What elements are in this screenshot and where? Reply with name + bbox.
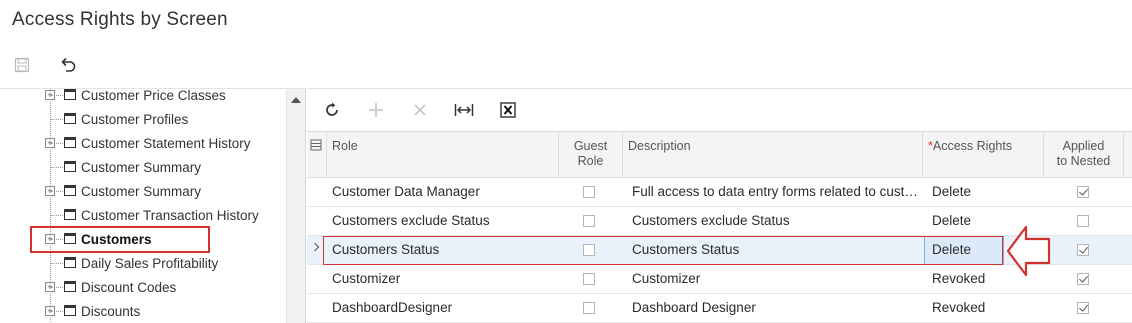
- current-row-indicator-icon: [310, 242, 320, 252]
- role-cell[interactable]: Customer Data Manager: [324, 178, 559, 206]
- applied-to-nested-checkbox[interactable]: [1077, 186, 1089, 198]
- tree-item[interactable]: + Customer Summary: [0, 179, 287, 203]
- tree-item[interactable]: Customer Summary: [0, 155, 287, 179]
- role-cell[interactable]: DashboardDesigner: [324, 294, 559, 322]
- column-header-role[interactable]: Role: [327, 132, 559, 178]
- table-row[interactable]: DashboardDesigner Dashboard Designer Revok…: [307, 294, 1132, 323]
- guest-role-checkbox[interactable]: [583, 186, 595, 198]
- scroll-up-arrow-icon[interactable]: [291, 97, 301, 103]
- description-cell[interactable]: Dashboard Designer: [624, 294, 922, 322]
- delete-icon[interactable]: [407, 97, 433, 123]
- tree-item[interactable]: Customer Transaction History: [0, 203, 287, 227]
- tree-connector: [51, 119, 63, 120]
- column-header-applied-to-nested[interactable]: Applied to Nested: [1044, 132, 1124, 178]
- screen-tree: + Customer Price Classes Customer Profiles…: [0, 88, 306, 323]
- column-settings-icon[interactable]: [307, 132, 327, 178]
- description-cell[interactable]: Customizer: [624, 265, 922, 293]
- tree-connector: [51, 95, 63, 96]
- access-rights-cell[interactable]: Revoked: [924, 294, 1043, 322]
- screen-icon: [64, 137, 76, 148]
- table-row[interactable]: Customer Data Manager Full access to data…: [307, 178, 1132, 207]
- applied-to-nested-checkbox[interactable]: [1077, 302, 1089, 314]
- tree-item[interactable]: + Customer Statement History: [0, 131, 287, 155]
- tree-item[interactable]: Customer Profiles: [0, 107, 287, 131]
- guest-role-checkbox[interactable]: [583, 215, 595, 227]
- guest-role-checkbox[interactable]: [583, 244, 595, 256]
- undo-icon[interactable]: [56, 53, 80, 77]
- screen-icon: [64, 257, 76, 268]
- export-excel-icon[interactable]: [495, 97, 521, 123]
- screen-icon: [64, 209, 76, 220]
- column-header-description[interactable]: Description: [623, 132, 923, 178]
- applied-to-nested-checkbox[interactable]: [1077, 244, 1089, 256]
- role-cell[interactable]: Customizer: [324, 265, 559, 293]
- tree-item-label: Customer Statement History: [81, 135, 251, 151]
- pointer-arrow-icon: [1006, 225, 1051, 277]
- selected-item-highlight: [30, 226, 210, 253]
- guest-role-checkbox[interactable]: [583, 302, 595, 314]
- screen-icon: [64, 281, 76, 292]
- grid-header: Role Guest Role Description *Access Righ…: [307, 131, 1132, 178]
- tree-connector: [51, 215, 63, 216]
- tree-item-label: Customer Transaction History: [81, 207, 259, 223]
- access-rights-grid: Role Guest Role Description *Access Righ…: [307, 88, 1132, 323]
- main-toolbar: [10, 52, 80, 78]
- screen-icon: [64, 89, 76, 100]
- tree-item-label: Customer Price Classes: [81, 88, 226, 103]
- tree-connector: [51, 263, 63, 264]
- tree-scrollbar[interactable]: [286, 89, 305, 323]
- tree-item-label: Daily Sales Profitability: [81, 255, 219, 271]
- role-cell[interactable]: Customers Status: [324, 236, 559, 264]
- description-cell[interactable]: Customers Status: [624, 236, 922, 264]
- tree-item[interactable]: Daily Sales Profitability: [0, 251, 287, 275]
- applied-to-nested-checkbox[interactable]: [1077, 215, 1089, 227]
- tree-connector: [51, 191, 63, 192]
- screen-icon: [64, 113, 76, 124]
- refresh-icon[interactable]: [319, 97, 345, 123]
- tree-connector: [51, 143, 63, 144]
- tree-item-label: Customer Summary: [81, 159, 202, 175]
- tree-connector: [51, 311, 63, 312]
- access-rights-cell[interactable]: Delete: [924, 178, 1043, 206]
- tree-item-label: Customer Profiles: [81, 111, 189, 127]
- screen-icon: [64, 305, 76, 316]
- fit-columns-icon[interactable]: [451, 97, 477, 123]
- screen-icon: [64, 185, 76, 196]
- tree-connector: [51, 167, 63, 168]
- tree-item-label: Discount Codes: [81, 279, 177, 295]
- add-icon[interactable]: [363, 97, 389, 123]
- page-title: Access Rights by Screen: [12, 9, 228, 30]
- tree-item-label: Discounts: [81, 303, 141, 319]
- description-cell[interactable]: Customers exclude Status: [624, 207, 922, 235]
- role-cell[interactable]: Customers exclude Status: [324, 207, 559, 235]
- guest-role-checkbox[interactable]: [583, 273, 595, 285]
- tree-item-label: Customer Summary: [81, 183, 202, 199]
- grid-toolbar: [307, 89, 1132, 131]
- tree-item[interactable]: + Discount Codes: [0, 275, 287, 299]
- screen-icon: [64, 161, 76, 172]
- tree-item[interactable]: + Customer Price Classes: [0, 88, 287, 107]
- save-icon[interactable]: [10, 53, 34, 77]
- description-cell[interactable]: Full access to data entry forms related …: [624, 178, 922, 206]
- tree-item[interactable]: + Discounts: [0, 299, 287, 323]
- applied-to-nested-checkbox[interactable]: [1077, 273, 1089, 285]
- tree-connector: [51, 287, 63, 288]
- column-header-guest-role[interactable]: Guest Role: [559, 132, 623, 178]
- column-header-access-rights[interactable]: *Access Rights: [923, 132, 1044, 178]
